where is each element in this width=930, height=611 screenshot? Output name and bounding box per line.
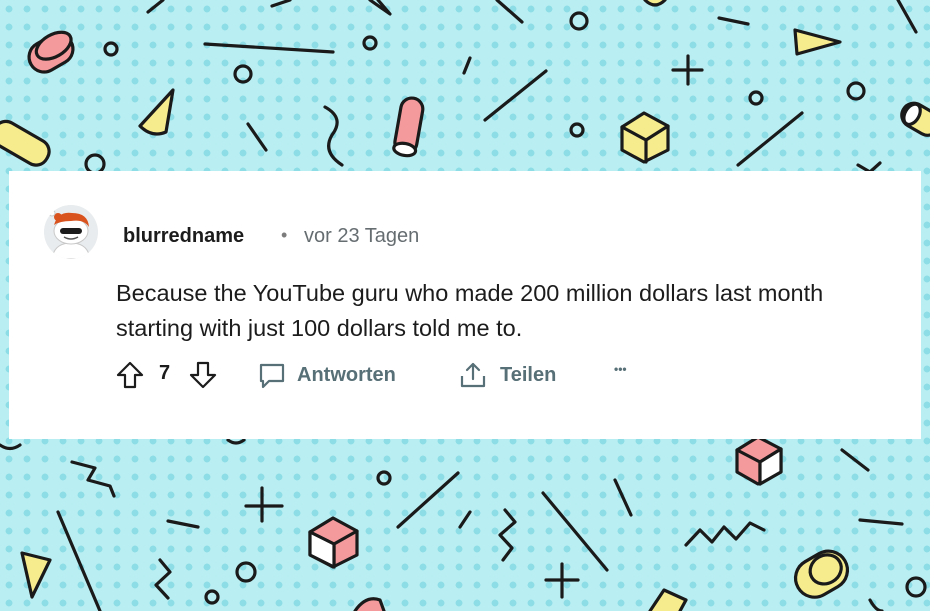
- reply-label: Antworten: [297, 363, 396, 386]
- upvote-button[interactable]: [116, 360, 144, 390]
- timestamp: vor 23 Tagen: [304, 225, 420, 247]
- username[interactable]: blurredname: [123, 225, 244, 248]
- ellipsis-icon: •••: [614, 362, 627, 376]
- separator-dot: •: [281, 225, 288, 245]
- more-options-button[interactable]: •••: [614, 362, 627, 376]
- share-upload-icon: [460, 362, 486, 388]
- comment-body: Because the YouTube guru who made 200 mi…: [116, 280, 824, 341]
- arrow-up-outline-icon: [116, 361, 144, 389]
- share-label: Teilen: [500, 363, 557, 386]
- reddit-snoo-avatar-icon: [44, 205, 98, 259]
- speech-bubble-icon: [259, 363, 285, 389]
- arrow-down-outline-icon: [189, 361, 217, 389]
- share-button[interactable]: Teilen: [458, 360, 556, 390]
- user-avatar[interactable]: [44, 205, 98, 259]
- reply-button[interactable]: Antworten: [257, 360, 396, 390]
- downvote-button[interactable]: [189, 360, 217, 390]
- vote-count: 7: [159, 362, 171, 384]
